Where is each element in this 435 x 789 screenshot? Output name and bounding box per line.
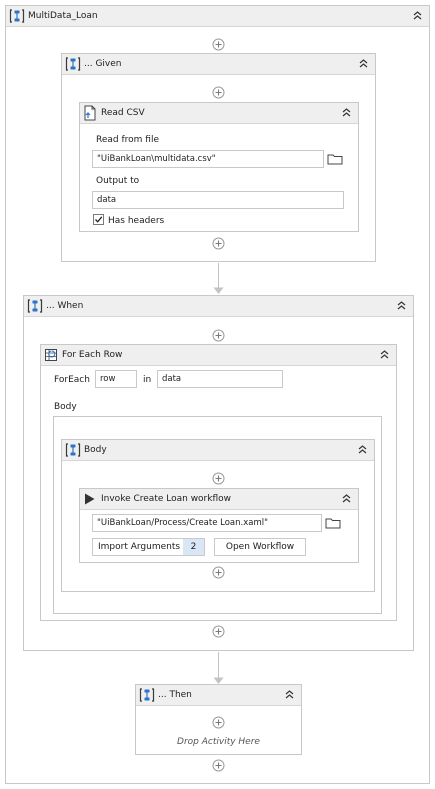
sequence-icon — [27, 298, 43, 314]
browse-folder-icon[interactable] — [323, 514, 343, 532]
add-activity-plus-icon[interactable] — [212, 625, 225, 638]
open-workflow-button[interactable]: Open Workflow — [214, 538, 306, 556]
file-path-input[interactable]: "UiBankLoan\multidata.csv" — [92, 150, 324, 168]
sequence-icon — [139, 687, 155, 703]
open-workflow-label: Open Workflow — [225, 542, 295, 552]
drop-activity-placeholder: Drop Activity Here — [177, 737, 260, 747]
has-headers-label: Has headers — [108, 216, 165, 226]
sequence-icon — [65, 442, 81, 458]
read-from-file-label: Read from file — [96, 135, 159, 145]
foreach-item-input[interactable]: row — [95, 370, 137, 388]
sequence-icon — [65, 56, 81, 72]
add-activity-plus-icon[interactable] — [212, 566, 225, 579]
import-arguments-label: Import Arguments — [98, 542, 181, 552]
body-header[interactable]: Body — [62, 440, 374, 461]
body-label: Body — [54, 402, 77, 412]
add-activity-plus-icon[interactable] — [212, 86, 225, 99]
sequence-title: MultiData_Loan — [28, 11, 98, 21]
add-activity-plus-icon[interactable] — [212, 759, 225, 772]
output-to-label: Output to — [96, 176, 140, 186]
add-activity-plus-icon[interactable] — [212, 472, 225, 485]
collapse-chevron-icon[interactable] — [411, 9, 424, 22]
output-to-input[interactable]: data — [92, 191, 344, 209]
flow-connector — [218, 652, 219, 679]
collapse-chevron-icon[interactable] — [340, 106, 353, 119]
for-each-row-header[interactable]: For Each Row — [41, 345, 396, 366]
collapse-chevron-icon[interactable] — [378, 348, 391, 361]
given-title: ... Given — [84, 59, 122, 69]
browse-folder-icon[interactable] — [325, 150, 345, 168]
foreach-label: ForEach — [54, 375, 90, 385]
given-header[interactable]: ... Given — [62, 54, 375, 75]
file-csv-icon — [84, 105, 96, 121]
foreach-collection-input[interactable]: data — [157, 370, 283, 388]
for-each-row-icon — [45, 349, 57, 361]
arguments-count-badge: 2 — [183, 539, 204, 555]
collapse-chevron-icon[interactable] — [356, 443, 369, 456]
in-label: in — [143, 375, 152, 385]
collapse-chevron-icon[interactable] — [395, 299, 408, 312]
arrow-down-icon — [213, 287, 224, 294]
add-activity-plus-icon[interactable] — [212, 38, 225, 51]
collapse-chevron-icon[interactable] — [357, 57, 370, 70]
sequence-header[interactable]: MultiData_Loan — [6, 6, 429, 27]
checkmark-icon — [95, 216, 103, 223]
then-header[interactable]: ... Then — [136, 685, 301, 706]
flow-connector — [218, 263, 219, 289]
invoke-title: Invoke Create Loan workflow — [101, 494, 232, 504]
has-headers-checkbox[interactable] — [93, 214, 104, 225]
play-icon — [85, 493, 95, 505]
body-title: Body — [84, 445, 107, 455]
read-csv-header[interactable]: Read CSV — [80, 103, 358, 124]
add-activity-plus-icon[interactable] — [212, 329, 225, 342]
add-activity-plus-icon[interactable] — [212, 237, 225, 250]
arguments-count: 2 — [190, 542, 197, 552]
sequence-icon — [9, 8, 25, 24]
collapse-chevron-icon[interactable] — [340, 492, 353, 505]
when-header[interactable]: ... When — [24, 296, 413, 317]
then-title: ... Then — [158, 690, 192, 700]
add-activity-plus-icon[interactable] — [212, 716, 225, 729]
read-csv-title: Read CSV — [101, 108, 145, 118]
invoke-header[interactable]: Invoke Create Loan workflow — [80, 489, 358, 510]
workflow-path-input[interactable]: "UiBankLoan/Process/Create Loan.xaml" — [92, 514, 322, 532]
when-title: ... When — [46, 301, 84, 311]
for-each-row-title: For Each Row — [62, 350, 123, 360]
collapse-chevron-icon[interactable] — [283, 688, 296, 701]
